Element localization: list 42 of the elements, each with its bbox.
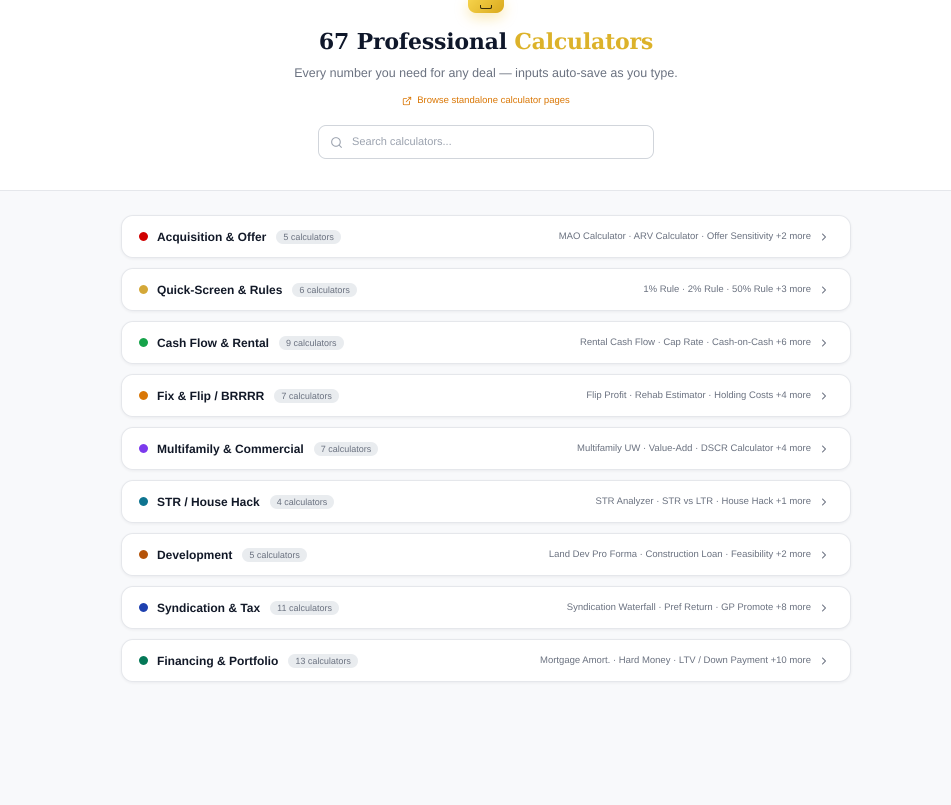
calculator-count: 13 calculators [288, 654, 358, 668]
page-title: 67 Professional Calculators [318, 28, 654, 57]
calculator-summary: Flip Profit · Rehab Estimator · Holding Costs +4 more [586, 390, 811, 401]
category-card[interactable]: Cash Flow & Rental 9 calculators Rental Cash Flow · Cap Rate · Cash-on-Cash +6 more [121, 321, 851, 364]
category-name: STR / House Hack [157, 494, 260, 508]
logo-tile-icon [468, 0, 504, 13]
calculator-summary: Multifamily UW · Value-Add · DSCR Calculator +4 more [577, 443, 811, 454]
category-name: Financing & Portfolio [157, 654, 278, 668]
calculator-summary: 1% Rule · 2% Rule · 50% Rule +3 more [643, 284, 811, 295]
category-card[interactable]: Fix & Flip / BRRRR 7 calculators Flip Profit · Rehab Estimator · Holding Costs +4 more [121, 374, 851, 417]
calculator-count: 4 calculators [270, 494, 334, 508]
calculator-count: 7 calculators [274, 388, 339, 402]
calculator-count: 9 calculators [279, 336, 344, 350]
calculator-summary: Land Dev Pro Forma · Construction Loan · Feasibility +2 more [548, 549, 811, 560]
category-card[interactable]: Syndication & Tax 11 calculators Syndication Waterfall · Pref Return · GP Promote +8 more [121, 586, 851, 629]
category-name: Syndication & Tax [157, 600, 260, 614]
category-card[interactable]: Development 5 calculators Land Dev Pro Forma · Construction Loan · Feasibility +2 more [121, 533, 851, 576]
calculator-summary: STR Analyzer · STR vs LTR · House Hack +1 more [596, 496, 811, 507]
calculator-count: 11 calculators [270, 600, 340, 614]
category-name: Development [157, 548, 232, 562]
page-subtitle: Every number you need for any deal — inputs auto-save as you type. [294, 65, 678, 82]
category-card[interactable]: Acquisition & Offer 5 calculators MAO Calculator · ARV Calculator · Offer Sensitivity +2 more [121, 215, 851, 258]
calculator-count: 5 calculators [242, 548, 307, 562]
category-name: Multifamily & Commercial [157, 442, 304, 456]
calculator-count: 7 calculators [314, 442, 378, 456]
category-name: Cash Flow & Rental [157, 336, 270, 350]
category-card[interactable]: Quick-Screen & Rules 6 calculators 1% Rule · 2% Rule · 50% Rule +3 more [121, 268, 851, 311]
calculator-summary: MAO Calculator · ARV Calculator · Offer Sensitivity +2 more [558, 231, 811, 242]
calculator-summary: Syndication Waterfall · Pref Return · GP Promote +8 more [566, 602, 811, 613]
calculator-summary: Rental Cash Flow · Cap Rate · Cash-on-Cash +6 more [580, 337, 811, 348]
category-name: Quick-Screen & Rules [157, 282, 282, 296]
category-name: Acquisition & Offer [157, 230, 266, 244]
search-field[interactable]: Search calculators... [318, 125, 654, 159]
external-link-icon [402, 96, 412, 106]
search-icon [330, 136, 343, 149]
calculator-count: 5 calculators [276, 230, 341, 244]
category-card[interactable]: Financing & Portfolio 13 calculators Mortgage Amort. · Hard Money · LTV / Down Payment +10 more [121, 639, 851, 682]
category-name: Fix & Flip / BRRRR [157, 388, 264, 402]
category-card[interactable]: STR / House Hack 4 calculators STR Analyzer · STR vs LTR · House Hack +1 more [121, 480, 851, 523]
calculator-summary: Mortgage Amort. · Hard Money · LTV / Down Payment +10 more [540, 655, 811, 666]
calculator-count: 6 calculators [292, 282, 357, 296]
category-card[interactable]: Multifamily & Commercial 7 calculators Multifamily UW · Value-Add · DSCR Calculator +4 more [121, 427, 851, 470]
